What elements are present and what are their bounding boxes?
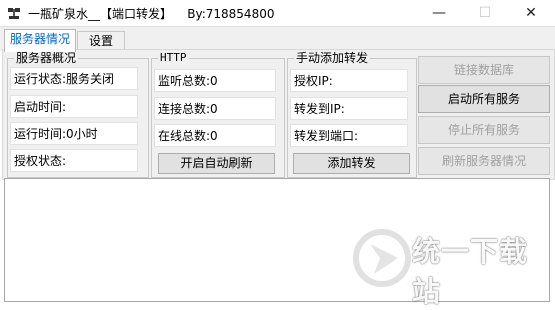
auth-ip-field[interactable]: 授权IP: (290, 69, 408, 92)
close-button[interactable]: ✕ (508, 0, 554, 26)
online-count-field: 在线总数:0 (154, 124, 276, 147)
server-overview-title: 服务器概况 (14, 51, 79, 65)
server-overview-group: 服务器概况 运行状态:服务关闭 启动时间: 运行时间:0小时 授权状态: (7, 51, 149, 178)
start-time-field: 启动时间: (10, 95, 138, 118)
maximize-button[interactable]: ☐ (462, 0, 508, 26)
watermark-logo-icon (353, 229, 411, 287)
add-forward-button[interactable]: 添加转发 (293, 153, 410, 174)
forward-port-field[interactable]: 转发到端口: (290, 124, 408, 147)
auto-refresh-button[interactable]: 开启自动刷新 (158, 153, 275, 174)
manual-forward-group: 手动添加转发 授权IP: 转发到IP: 转发到端口: 添加转发 (287, 51, 417, 178)
close-icon: ✕ (525, 5, 537, 21)
http-title: HTTP (158, 51, 189, 65)
start-all-services-button[interactable]: 启动所有服务 (418, 85, 550, 113)
http-group: HTTP 监听总数:0 连接总数:0 在线总数:0 开启自动刷新 (151, 51, 285, 178)
connection-count-field: 连接总数:0 (154, 97, 276, 120)
stop-all-services-button[interactable]: 停止所有服务 (418, 116, 550, 144)
maximize-icon: ☐ (478, 5, 492, 21)
forward-ip-field[interactable]: 转发到IP: (290, 97, 408, 120)
run-status-field: 运行状态:服务关闭 (10, 67, 138, 90)
app-icon (8, 8, 20, 19)
watermark: 统一下载站 (352, 226, 552, 308)
auth-status-field: 授权状态: (10, 149, 138, 172)
server-status-panel: 服务器概况 运行状态:服务关闭 启动时间: 运行时间:0小时 授权状态: HTT… (2, 49, 555, 180)
minimize-button[interactable]: — (416, 0, 462, 26)
connect-database-button[interactable]: 链接数据库 (418, 56, 550, 84)
run-time-field: 运行时间:0小时 (10, 122, 138, 145)
minimize-icon: — (432, 5, 446, 21)
manual-forward-title: 手动添加转发 (294, 51, 371, 65)
tab-server-status[interactable]: 服务器情况 (4, 29, 76, 52)
window-title: 一瓶矿泉水__【端口转发】 By:718854800 (28, 7, 275, 21)
refresh-server-status-button[interactable]: 刷新服务器情况 (418, 147, 550, 175)
watermark-text: 统一下载站 (412, 235, 529, 308)
tab-bar: 服务器情况 设置 (0, 26, 555, 52)
listen-count-field: 监听总数:0 (154, 69, 276, 92)
title-bar[interactable]: 一瓶矿泉水__【端口转发】 By:718854800 — ☐ ✕ (0, 0, 555, 26)
tab-settings[interactable]: 设置 (77, 31, 125, 51)
